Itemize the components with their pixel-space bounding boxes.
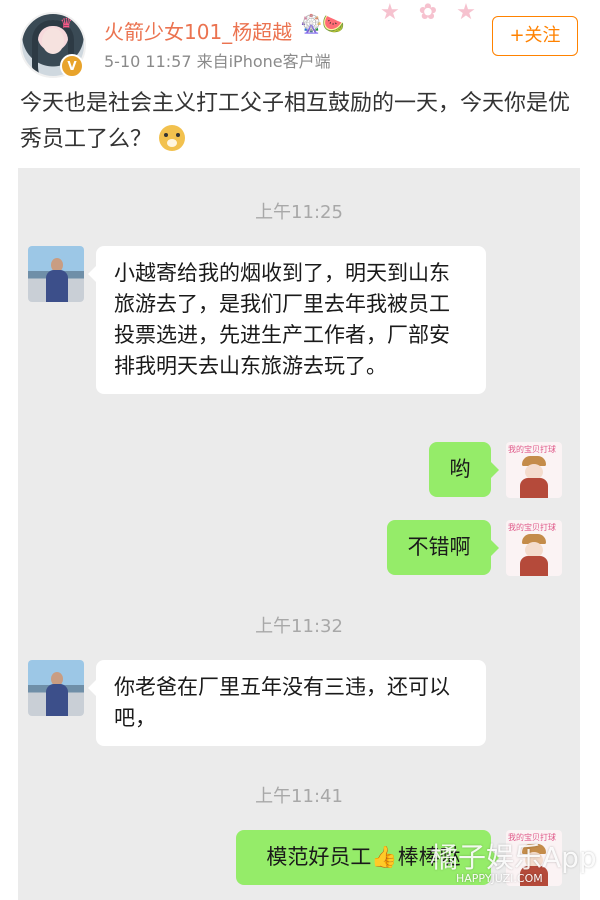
watermark-url: HAPPYJUZI.COM [456,872,543,885]
crown-icon: ♛ [60,16,73,32]
peer-avatar-body [46,684,68,716]
user-badge-icons: 🎡🍉 [300,14,345,35]
watermark-logo: 橘子娱乐App [430,841,597,874]
chat-time-stamp: 上午11:41 [255,786,343,807]
peer-avatar[interactable] [28,660,84,716]
self-avatar-coat [520,478,548,498]
chat-time-stamp: 上午11:32 [255,616,343,637]
post-meta: 5-10 11:57 来自iPhone客户端 [104,48,331,72]
post-source[interactable]: 来自iPhone客户端 [197,52,331,71]
post-body: 今天也是社会主义打工父子相互鼓励的一天，今天你是优秀员工了么？ [20,86,584,158]
post-header: ♛ V 火箭少女101_杨超越 🎡🍉 5-10 11:57 来自iPhone客户… [0,0,600,90]
self-avatar-coat [520,556,548,576]
sent-message-bubble[interactable]: 哟 [429,442,499,497]
follow-button[interactable]: +关注 [492,16,578,56]
self-avatar[interactable]: 我的宝贝打球 [506,520,562,576]
sticker-caption: 我的宝贝打球 [508,523,556,532]
author-username[interactable]: 火箭少女101_杨超越 [104,16,292,45]
post-timestamp: 5-10 11:57 [104,52,192,71]
sticker-caption: 我的宝贝打球 [508,445,556,454]
verified-badge-icon: V [60,54,84,78]
peer-avatar[interactable] [28,246,84,302]
post-text: 今天也是社会主义打工父子相互鼓励的一天，今天你是优秀员工了么？ [20,91,571,152]
chat-screenshot[interactable]: 上午11:25 小越寄给我的烟收到了，明天到山东旅游去了，是我们厂里去年我被员工… [18,168,580,900]
peer-avatar-body [46,270,68,302]
chat-time-stamp: 上午11:25 [255,202,343,223]
sent-message-bubble[interactable]: 不错啊 [387,520,499,575]
received-message-bubble[interactable]: 小越寄给我的烟收到了，明天到山东旅游去了，是我们厂里去年我被员工投票选进，先进生… [88,246,486,394]
doge-emoji-icon [159,125,186,151]
self-avatar[interactable]: 我的宝贝打球 [506,442,562,498]
received-message-bubble[interactable]: 你老爸在厂里五年没有三违，还可以吧， [88,660,486,746]
